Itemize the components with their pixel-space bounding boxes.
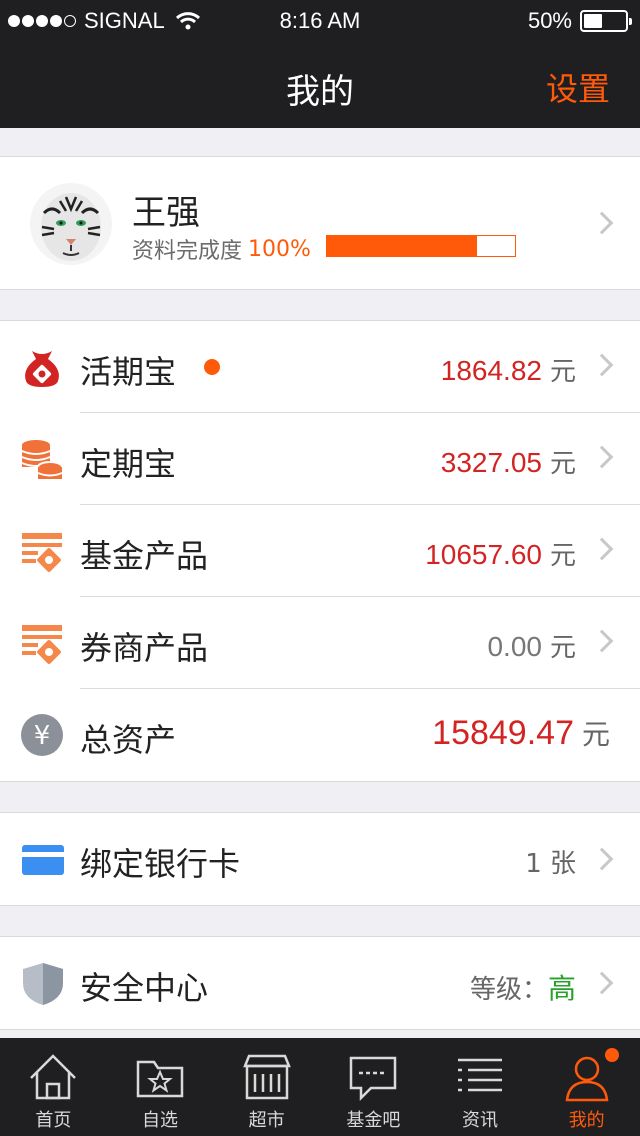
- asset-amount: 10657.60 元: [425, 539, 576, 571]
- tab-news[interactable]: 资讯: [427, 1038, 534, 1136]
- tab-fund-forum[interactable]: 基金吧: [320, 1038, 427, 1136]
- completeness-percent: 100%: [248, 236, 311, 262]
- shield-icon: [23, 963, 63, 1005]
- tab-label: 资讯: [462, 1110, 499, 1131]
- total-assets-row: ¥ 总资产 15849.47 元: [0, 689, 640, 781]
- asset-label: 券商产品: [80, 629, 209, 667]
- asset-label: 基金产品: [80, 537, 209, 575]
- chevron-right-icon: [590, 445, 614, 469]
- security-level: 等级：高: [469, 972, 576, 1005]
- chevron-right-icon: [590, 971, 614, 995]
- asset-row-broker-products[interactable]: 券商产品 0.00 元: [0, 597, 640, 689]
- money-bag-icon: [25, 351, 59, 387]
- bank-card-icon: [22, 845, 64, 875]
- svg-text:¥: ¥: [34, 721, 51, 751]
- chat-icon: [350, 1056, 397, 1102]
- profile-card[interactable]: 王强 资料完成度 100%: [0, 156, 640, 290]
- asset-amount: 3327.05 元: [440, 447, 576, 479]
- user-name: 王强: [132, 193, 200, 233]
- security-center-row[interactable]: 安全中心 等级：高: [0, 936, 640, 1030]
- chevron-right-icon: [590, 537, 614, 561]
- tab-watchlist[interactable]: 自选: [107, 1038, 214, 1136]
- home-icon: [30, 1054, 77, 1100]
- total-assets-amount: 15849.47 元: [432, 714, 610, 752]
- tab-label: 我的: [568, 1110, 605, 1131]
- chevron-right-icon: [590, 211, 614, 235]
- tab-label: 自选: [142, 1110, 178, 1131]
- bind-bank-card-row[interactable]: 绑定银行卡 1 张: [0, 812, 640, 906]
- tab-home[interactable]: 首页: [0, 1038, 107, 1136]
- chevron-right-icon: [590, 353, 614, 377]
- bank-card-count: 1 张: [525, 849, 576, 879]
- battery-status: 50%: [527, 8, 632, 34]
- profile-completeness: 资料完成度 100%: [132, 233, 311, 265]
- completeness-progress-bar: [326, 235, 516, 257]
- tiger-avatar-image: [30, 183, 112, 265]
- tab-bar: 首页 自选 超市 基金吧 资讯 我的: [0, 1038, 640, 1136]
- asset-label: 定期宝: [80, 445, 177, 483]
- asset-label: 活期宝: [80, 353, 177, 391]
- battery-icon: [580, 10, 632, 32]
- yuan-icon: ¥: [21, 714, 63, 756]
- total-assets-label: 总资产: [80, 721, 177, 759]
- progress-fill: [327, 236, 478, 256]
- tab-market[interactable]: 超市: [213, 1038, 320, 1136]
- asset-row-huoqibao[interactable]: 活期宝 1864.82 元: [0, 321, 640, 413]
- bank-card-label: 绑定银行卡: [80, 845, 241, 883]
- broker-product-icon: [22, 625, 62, 664]
- notification-dot: [204, 359, 220, 375]
- status-bar: SIGNAL 8:16 AM 50%: [0, 0, 640, 40]
- avatar[interactable]: [30, 183, 112, 265]
- notification-dot: [605, 1048, 620, 1062]
- tab-mine[interactable]: 我的: [533, 1038, 640, 1136]
- chevron-right-icon: [590, 847, 614, 871]
- page-title: 我的: [286, 72, 354, 112]
- settings-button[interactable]: 设置: [546, 64, 610, 110]
- battery-percent: 50%: [527, 8, 572, 33]
- news-list-icon: [458, 1058, 503, 1092]
- asset-row-fund-products[interactable]: 基金产品 10657.60 元: [0, 505, 640, 597]
- asset-row-dingqibao[interactable]: 定期宝 3327.05 元: [0, 413, 640, 505]
- assets-section: 活期宝 1864.82 元 定期宝 3327.05 元 基金产品 10657.60: [0, 320, 640, 782]
- completeness-label: 资料完成度: [132, 239, 243, 264]
- navigation-bar: 我的 设置: [0, 40, 640, 128]
- chevron-right-icon: [590, 629, 614, 653]
- tab-label: 超市: [248, 1110, 285, 1131]
- person-icon: [565, 1056, 609, 1102]
- market-icon: [242, 1054, 291, 1100]
- tab-label: 首页: [35, 1110, 72, 1131]
- tab-label: 基金吧: [346, 1110, 401, 1131]
- star-folder-icon: [136, 1060, 184, 1098]
- asset-amount: 1864.82 元: [440, 355, 576, 387]
- asset-amount: 0.00 元: [487, 631, 576, 663]
- coins-stack-icon: [21, 440, 63, 479]
- fund-product-icon: [22, 533, 62, 572]
- security-label: 安全中心: [80, 969, 209, 1007]
